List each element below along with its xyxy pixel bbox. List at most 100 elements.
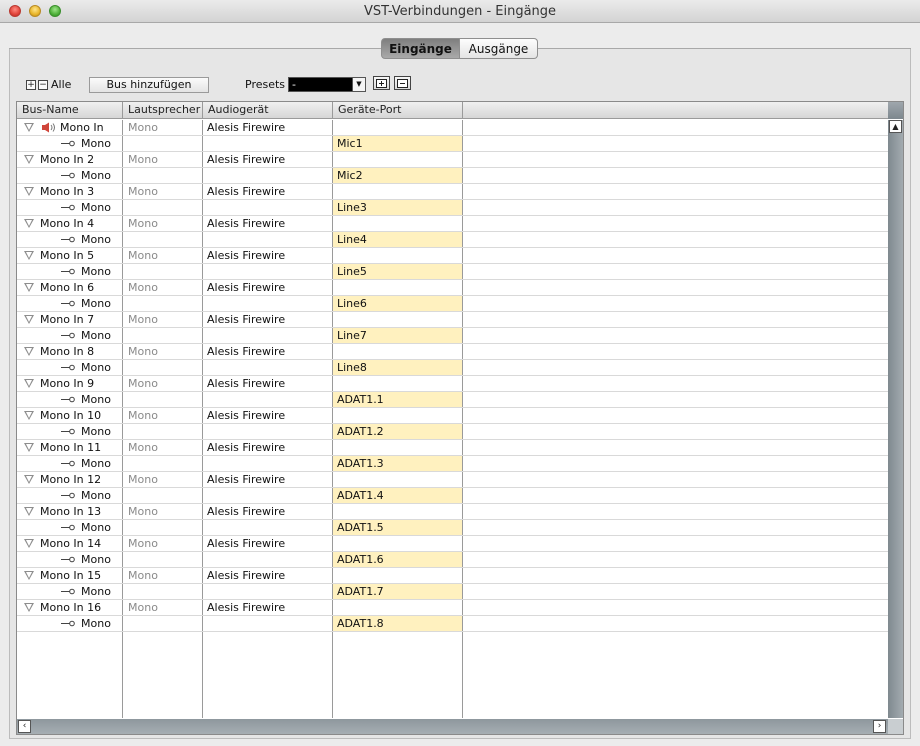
speaker-cell[interactable]: Mono <box>123 440 203 455</box>
table-row[interactable]: Mono ADAT1.7 <box>17 584 888 600</box>
expand-triangle-icon[interactable] <box>24 283 34 292</box>
audio-device-cell[interactable]: Alesis Firewire <box>203 216 333 231</box>
bus-name-cell[interactable]: Mono In 14 <box>17 536 123 551</box>
device-port-cell[interactable]: ADAT1.6 <box>333 552 463 567</box>
scroll-left-button[interactable]: ‹ <box>18 720 31 733</box>
device-port-cell[interactable] <box>333 504 463 519</box>
audio-device-cell[interactable]: Alesis Firewire <box>203 184 333 199</box>
device-port-cell[interactable]: ADAT1.4 <box>333 488 463 503</box>
collapse-all-button[interactable]: − <box>38 80 48 90</box>
device-port-cell[interactable]: Mic2 <box>333 168 463 183</box>
device-port-cell[interactable]: Line3 <box>333 200 463 215</box>
speaker-cell[interactable]: Mono <box>123 184 203 199</box>
speaker-cell[interactable]: Mono <box>123 280 203 295</box>
table-row[interactable]: Mono Line8 <box>17 360 888 376</box>
column-header-audio-device[interactable]: Audiogerät <box>203 102 333 119</box>
speaker-icon[interactable] <box>41 122 57 133</box>
expand-triangle-icon[interactable] <box>24 411 34 420</box>
table-row[interactable]: Mono ADAT1.5 <box>17 520 888 536</box>
speaker-cell[interactable]: Mono <box>123 472 203 487</box>
speaker-cell[interactable]: Mono <box>123 344 203 359</box>
expand-triangle-icon[interactable] <box>24 507 34 516</box>
speaker-cell[interactable]: Mono <box>123 600 203 615</box>
table-row[interactable]: Mono Line7 <box>17 328 888 344</box>
expand-triangle-icon[interactable] <box>24 443 34 452</box>
device-port-cell[interactable] <box>333 568 463 583</box>
device-port-cell[interactable]: ADAT1.7 <box>333 584 463 599</box>
table-row[interactable]: Mono In 4 Mono Alesis Firewire <box>17 216 888 232</box>
channel-name-cell[interactable]: Mono <box>17 424 123 439</box>
bus-name-cell[interactable]: Mono In 16 <box>17 600 123 615</box>
audio-device-cell[interactable]: Alesis Firewire <box>203 600 333 615</box>
bus-name-cell[interactable]: Mono In 15 <box>17 568 123 583</box>
speaker-cell[interactable]: Mono <box>123 504 203 519</box>
bus-name-cell[interactable]: Mono In 2 <box>17 152 123 167</box>
bus-name-cell[interactable]: Mono In 5 <box>17 248 123 263</box>
audio-device-cell[interactable]: Alesis Firewire <box>203 440 333 455</box>
audio-device-cell[interactable]: Alesis Firewire <box>203 120 333 135</box>
column-header-bus-name[interactable]: Bus-Name <box>17 102 123 119</box>
bus-name-cell[interactable]: Mono In 10 <box>17 408 123 423</box>
expand-triangle-icon[interactable] <box>24 379 34 388</box>
table-row[interactable]: Mono ADAT1.1 <box>17 392 888 408</box>
preset-delete-button[interactable] <box>394 76 411 90</box>
scroll-up-button[interactable]: ▲ <box>889 120 902 133</box>
table-row[interactable]: Mono In 5 Mono Alesis Firewire <box>17 248 888 264</box>
add-bus-button[interactable]: Bus hinzufügen <box>89 77 209 93</box>
expand-triangle-icon[interactable] <box>24 155 34 164</box>
table-row[interactable]: Mono Mic2 <box>17 168 888 184</box>
audio-device-cell[interactable]: Alesis Firewire <box>203 248 333 263</box>
column-header-speaker[interactable]: Lautsprecher <box>123 102 203 119</box>
tab-inputs[interactable]: Eingänge <box>381 38 460 59</box>
device-port-cell[interactable]: Line4 <box>333 232 463 247</box>
audio-device-cell[interactable]: Alesis Firewire <box>203 536 333 551</box>
expand-triangle-icon[interactable] <box>24 123 34 132</box>
table-row[interactable]: Mono In 14 Mono Alesis Firewire <box>17 536 888 552</box>
device-port-cell[interactable] <box>333 376 463 391</box>
expand-triangle-icon[interactable] <box>24 219 34 228</box>
table-row[interactable]: Mono ADAT1.2 <box>17 424 888 440</box>
channel-name-cell[interactable]: Mono <box>17 488 123 503</box>
audio-device-cell[interactable]: Alesis Firewire <box>203 280 333 295</box>
device-port-cell[interactable]: Line6 <box>333 296 463 311</box>
table-row[interactable]: Mono In 12 Mono Alesis Firewire <box>17 472 888 488</box>
speaker-cell[interactable]: Mono <box>123 248 203 263</box>
expand-triangle-icon[interactable] <box>24 315 34 324</box>
table-row[interactable]: Mono ADAT1.8 <box>17 616 888 632</box>
vertical-scrollbar[interactable]: ▲ <box>888 120 903 718</box>
bus-name-cell[interactable]: Mono In 9 <box>17 376 123 391</box>
bus-name-cell[interactable]: Mono In 12 <box>17 472 123 487</box>
device-port-cell[interactable] <box>333 312 463 327</box>
audio-device-cell[interactable]: Alesis Firewire <box>203 344 333 359</box>
preset-select[interactable]: - ▼ <box>288 77 366 92</box>
expand-triangle-icon[interactable] <box>24 603 34 612</box>
device-port-cell[interactable] <box>333 408 463 423</box>
channel-name-cell[interactable]: Mono <box>17 392 123 407</box>
device-port-cell[interactable]: ADAT1.8 <box>333 616 463 631</box>
device-port-cell[interactable] <box>333 280 463 295</box>
device-port-cell[interactable] <box>333 152 463 167</box>
speaker-cell[interactable]: Mono <box>123 120 203 135</box>
speaker-cell[interactable]: Mono <box>123 376 203 391</box>
table-row[interactable]: Mono Line3 <box>17 200 888 216</box>
audio-device-cell[interactable]: Alesis Firewire <box>203 504 333 519</box>
bus-name-cell[interactable]: Mono In 6 <box>17 280 123 295</box>
horizontal-scrollbar[interactable]: ‹ › <box>17 719 903 734</box>
device-port-cell[interactable] <box>333 344 463 359</box>
bus-name-cell[interactable]: Mono In <box>17 120 123 135</box>
device-port-cell[interactable] <box>333 440 463 455</box>
speaker-cell[interactable]: Mono <box>123 152 203 167</box>
device-port-cell[interactable]: ADAT1.3 <box>333 456 463 471</box>
device-port-cell[interactable] <box>333 184 463 199</box>
expand-triangle-icon[interactable] <box>24 251 34 260</box>
expand-triangle-icon[interactable] <box>24 187 34 196</box>
channel-name-cell[interactable]: Mono <box>17 296 123 311</box>
device-port-cell[interactable] <box>333 600 463 615</box>
channel-name-cell[interactable]: Mono <box>17 616 123 631</box>
speaker-cell[interactable]: Mono <box>123 408 203 423</box>
audio-device-cell[interactable]: Alesis Firewire <box>203 568 333 583</box>
audio-device-cell[interactable]: Alesis Firewire <box>203 472 333 487</box>
bus-name-cell[interactable]: Mono In 8 <box>17 344 123 359</box>
channel-name-cell[interactable]: Mono <box>17 328 123 343</box>
table-row[interactable]: Mono In 9 Mono Alesis Firewire <box>17 376 888 392</box>
